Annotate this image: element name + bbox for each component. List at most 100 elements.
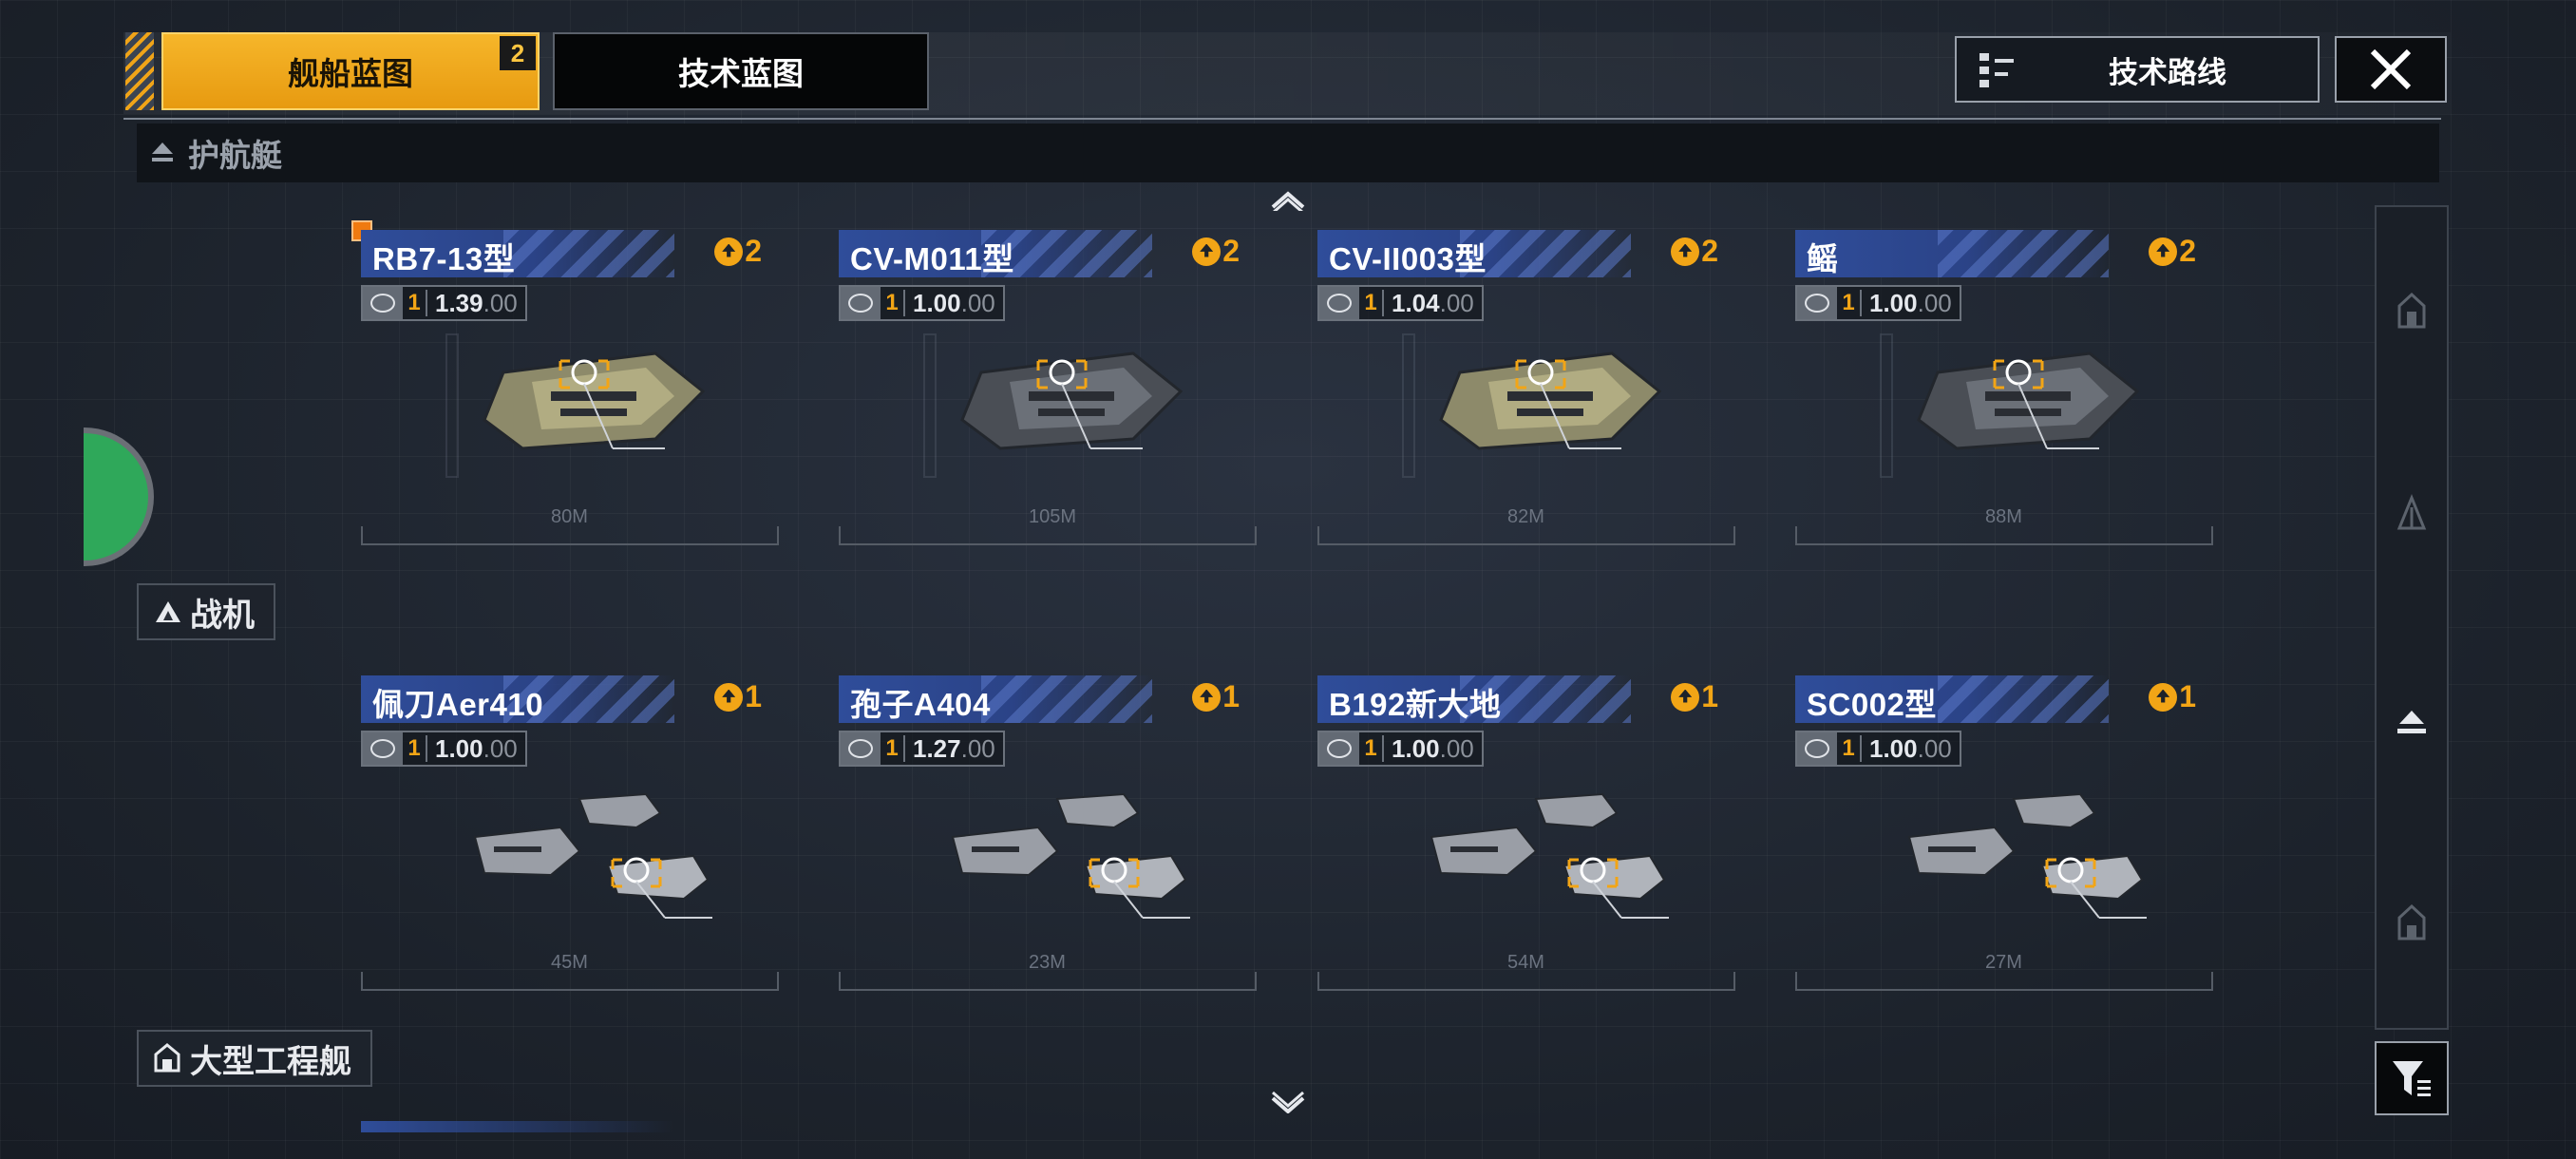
ship-level: 2 — [1192, 234, 1240, 269]
escort-filter-icon[interactable] — [2392, 703, 2432, 743]
section-engineering-label: 大型工程舰 — [190, 1043, 351, 1080]
ship-length: 27M — [1985, 952, 2022, 973]
close-icon — [2370, 48, 2412, 90]
ship-length: 105M — [1029, 506, 1077, 527]
ship-multiplier-suffix: .00 — [1439, 288, 1474, 317]
tech-route-label: 技术路线 — [2109, 55, 2226, 89]
engineering-filter-icon[interactable] — [2392, 902, 2432, 942]
ship-multiplier-value: 1.39 — [435, 288, 483, 317]
fighter-class-icon — [363, 287, 403, 319]
ship-multiplier-suffix: .00 — [960, 733, 995, 763]
ship-card[interactable]: B192新大地 1 1 1.00.00 54M — [1317, 675, 1735, 991]
ship-card-baseline — [1317, 526, 1735, 545]
ship-length: 23M — [1029, 952, 1066, 973]
tab-tech-blueprints-label: 技术蓝图 — [678, 56, 804, 91]
ship-level: 2 — [2149, 234, 2196, 269]
ship-cost: 1 — [403, 735, 427, 762]
ship-level: 1 — [714, 679, 762, 714]
fighter-class-icon — [156, 601, 180, 622]
ship-level-value: 1 — [745, 679, 762, 713]
ship-multiplier: 1.27.00 — [905, 734, 1003, 764]
ship-card[interactable]: 鳐 2 1 1.00.00 88M — [1795, 230, 2213, 545]
globe-icon — [1319, 732, 1359, 765]
tab-ship-blueprints[interactable]: 舰船蓝图 2 — [161, 32, 540, 110]
ship-multiplier-value: 1.00 — [1869, 288, 1918, 317]
ship-card[interactable]: 孢子A404 1 1 1.27.00 23M — [839, 675, 1257, 991]
close-button[interactable] — [2335, 36, 2447, 103]
ship-name: 鳐 — [1807, 241, 1839, 276]
ship-cost: 1 — [1837, 735, 1862, 762]
ship-multiplier: 1.00.00 — [1862, 734, 1960, 764]
ship-card[interactable]: 佩刀Aer410 1 1 1.00.00 45M — [361, 675, 779, 991]
frigate-filter-icon[interactable] — [2392, 494, 2432, 534]
section-header-fighter[interactable]: 战机 — [137, 583, 275, 640]
tab-ship-blueprints-label: 舰船蓝图 — [288, 56, 413, 91]
ship-multiplier-suffix: .00 — [960, 288, 995, 317]
rank-icon — [714, 682, 744, 712]
ship-model-image — [1402, 333, 1662, 478]
ship-level-value: 1 — [1701, 679, 1718, 713]
capital-ship-filter-icon[interactable] — [2392, 291, 2432, 331]
tech-tree-icon — [1979, 53, 2014, 87]
ship-multiplier-suffix: .00 — [483, 288, 518, 317]
notification-badge: 2 — [500, 36, 536, 70]
ship-card-baseline — [1795, 526, 2213, 545]
ship-name: 孢子A404 — [850, 687, 991, 722]
scroll-up-icon[interactable] — [1269, 188, 1307, 211]
filter-icon — [2393, 1061, 2431, 1096]
ship-level-value: 1 — [2179, 679, 2196, 713]
rank-icon — [2149, 237, 2178, 266]
ship-level: 1 — [1671, 679, 1718, 714]
ship-level: 2 — [1671, 234, 1718, 269]
engineering-class-icon — [154, 1043, 180, 1073]
ship-name: CV-II003型 — [1329, 241, 1487, 276]
ship-card[interactable]: CV-M011型 2 1 1.00.00 105M — [839, 230, 1257, 545]
ship-name: B192新大地 — [1329, 687, 1502, 722]
fighter-class-icon — [1797, 287, 1837, 319]
ship-multiplier-value: 1.00 — [1869, 733, 1918, 763]
tab-stripe-decoration — [125, 32, 154, 110]
ship-cost: 1 — [1359, 735, 1384, 762]
tech-route-button[interactable]: 技术路线 — [1955, 36, 2320, 103]
ship-model-image — [1880, 333, 2140, 478]
ship-level-value: 2 — [2179, 234, 2196, 268]
filter-button[interactable] — [2375, 1041, 2449, 1115]
ship-length: 80M — [551, 506, 588, 527]
ship-multiplier: 1.04.00 — [1384, 289, 1482, 318]
rank-icon — [2149, 682, 2178, 712]
section-escort-label: 护航艇 — [188, 138, 282, 173]
ship-level-value: 2 — [1701, 234, 1718, 268]
ship-multiplier-value: 1.27 — [913, 733, 961, 763]
rank-icon — [1192, 237, 1222, 266]
ship-multiplier-value: 1.04 — [1392, 288, 1440, 317]
scroll-down-icon[interactable] — [1269, 1091, 1307, 1113]
ship-card[interactable]: SC002型 1 1 1.00.00 27M — [1795, 675, 2213, 991]
ship-name: 佩刀Aer410 — [372, 687, 544, 722]
ship-cost: 1 — [403, 290, 427, 316]
ship-model-image — [445, 333, 706, 478]
rank-icon — [1192, 682, 1222, 712]
ship-card-header — [1795, 230, 2109, 277]
ship-multiplier: 1.00.00 — [905, 289, 1003, 318]
ship-card[interactable]: CV-II003型 2 1 1.04.00 82M — [1317, 230, 1735, 545]
ship-card-baseline — [839, 526, 1257, 545]
ship-length: 45M — [551, 952, 588, 973]
ship-model-image — [1430, 792, 1669, 919]
ship-name: SC002型 — [1807, 687, 1937, 722]
ship-card-baseline — [1795, 972, 2213, 991]
ship-card-baseline — [361, 972, 779, 991]
section-header-engineering[interactable]: 大型工程舰 — [137, 1030, 372, 1087]
ship-card-baseline — [361, 526, 779, 545]
globe-icon — [1797, 732, 1837, 765]
faction-icon — [363, 732, 403, 765]
section-header-escort[interactable]: 护航艇 — [137, 124, 2439, 182]
tab-tech-blueprints[interactable]: 技术蓝图 — [553, 32, 929, 110]
ship-card-baseline — [839, 972, 1257, 991]
faction-icon — [841, 732, 881, 765]
ship-multiplier-suffix: .00 — [483, 733, 518, 763]
ship-model-image — [951, 792, 1190, 919]
ship-multiplier: 1.00.00 — [427, 734, 525, 764]
ship-level: 1 — [1192, 679, 1240, 714]
ship-length: 82M — [1507, 506, 1544, 527]
ship-card[interactable]: RB7-13型 2 1 1.39.00 80M — [361, 230, 779, 545]
